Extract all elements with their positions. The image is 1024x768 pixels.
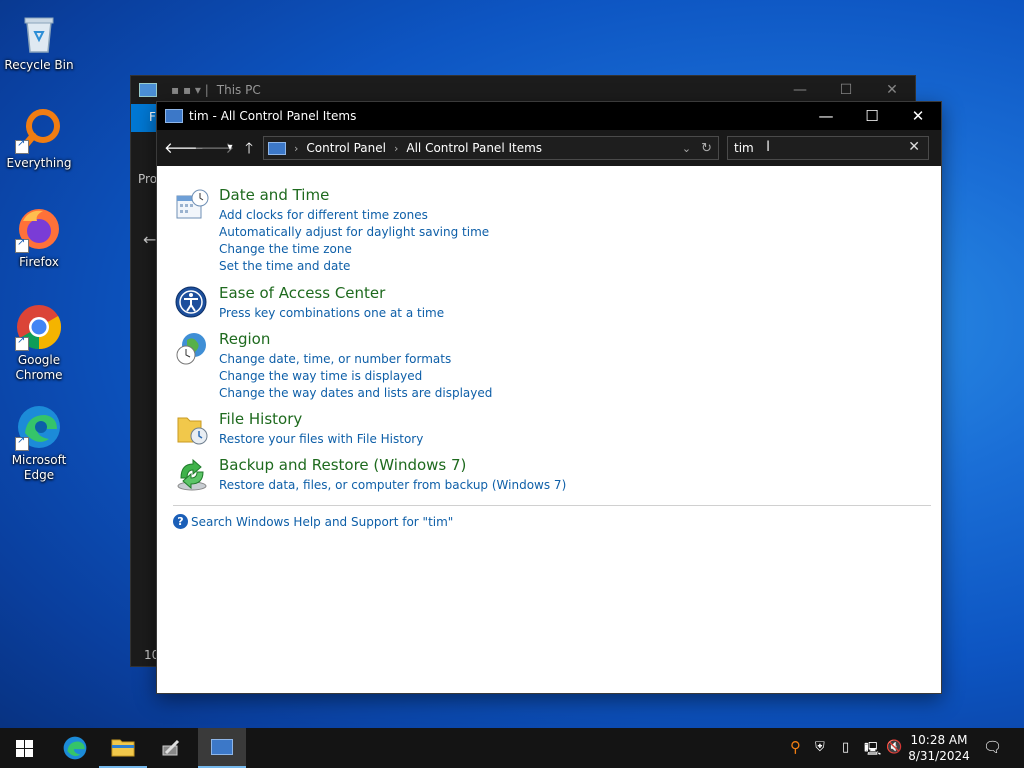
desktop-icon-label: Recycle Bin xyxy=(4,58,74,72)
desktop-icon-label: Everything xyxy=(6,156,72,170)
breadcrumb-all-items[interactable]: All Control Panel Items xyxy=(406,141,542,155)
taskbar-edge-button[interactable] xyxy=(51,728,99,768)
task-link[interactable]: Set the time and date xyxy=(219,259,350,273)
taskbar-file-explorer-button[interactable] xyxy=(99,728,147,768)
task-link[interactable]: Change the way time is displayed xyxy=(219,369,422,383)
search-input[interactable] xyxy=(728,141,900,155)
file-history-folder-icon xyxy=(175,412,209,446)
control-panel-icon xyxy=(211,739,233,755)
task-link[interactable]: Automatically adjust for daylight saving… xyxy=(219,225,489,239)
action-center-notification-icon[interactable]: 🗨 xyxy=(983,738,1002,756)
breadcrumb-separator-icon[interactable]: › xyxy=(394,142,398,155)
clear-search-close-icon[interactable]: ✕ xyxy=(908,139,920,155)
category-title-link[interactable]: File History xyxy=(219,410,302,428)
desktop-icon-microsoft-edge[interactable]: Microsoft Edge xyxy=(1,403,77,483)
control-panel-window[interactable]: tim - All Control Panel Items — ☐ ✕ 🡐 🡒 … xyxy=(156,101,942,694)
edge-icon xyxy=(63,736,87,760)
this-pc-title: This PC xyxy=(216,83,261,97)
taskbar-tools-button[interactable] xyxy=(147,728,195,768)
taskbar: ⚲ ⛨ ▯ 🖳 🔇 10:28 AM 8/31/2024 🗨 xyxy=(0,728,1024,768)
control-panel-icon xyxy=(268,141,286,155)
desktop-icon-label: Firefox xyxy=(19,255,59,269)
task-link[interactable]: Add clocks for different time zones xyxy=(219,208,428,222)
text-cursor-icon: I xyxy=(766,139,771,155)
address-bar[interactable]: › Control Panel › All Control Panel Item… xyxy=(263,136,719,160)
maximize-button[interactable]: ☐ xyxy=(849,102,895,130)
usb-device-icon[interactable]: ▯ xyxy=(842,740,849,755)
taskbar-control-panel-button[interactable] xyxy=(198,728,246,768)
shortcut-arrow-icon xyxy=(15,335,29,351)
back-button[interactable]: 🡐 xyxy=(164,138,204,158)
results-pane: Date and Time Add clocks for different t… xyxy=(157,166,941,693)
desktop-icon-google-chrome[interactable]: Google Chrome xyxy=(1,303,77,383)
desktop-icon-recycle-bin[interactable]: Recycle Bin xyxy=(1,8,77,73)
maximize-button[interactable]: ☐ xyxy=(823,76,869,104)
shortcut-arrow-icon xyxy=(15,435,29,451)
task-link[interactable]: Change the way dates and lists are displ… xyxy=(219,386,492,400)
breadcrumb-separator-icon: › xyxy=(294,141,299,155)
refresh-icon[interactable]: ↻ xyxy=(701,141,712,156)
help-link-text: Search Windows Help and Support for "tim… xyxy=(191,514,454,529)
close-button[interactable]: ✕ xyxy=(869,76,915,104)
firefox-icon xyxy=(15,205,63,253)
recycle-bin-icon xyxy=(15,8,63,56)
shortcut-arrow-icon xyxy=(15,237,29,253)
everything-tray-search-icon[interactable]: ⚲ xyxy=(790,738,801,756)
results-divider xyxy=(173,505,931,506)
category-title-link[interactable]: Date and Time xyxy=(219,186,329,204)
volume-muted-icon[interactable]: 🔇 xyxy=(886,740,902,755)
task-link[interactable]: Restore your files with File History xyxy=(219,432,423,446)
back-arrow-icon: ← xyxy=(143,230,157,249)
task-link[interactable]: Restore data, files, or computer from ba… xyxy=(219,478,566,492)
navigation-toolbar: 🡐 🡒 ▾ 🡑 › Control Panel › All Control Pa… xyxy=(157,130,941,166)
breadcrumb-control-panel[interactable]: Control Panel xyxy=(306,141,386,155)
ease-of-access-icon xyxy=(175,286,209,320)
calendar-clock-icon xyxy=(175,188,209,222)
control-panel-icon xyxy=(165,109,183,123)
clock-date: 8/31/2024 xyxy=(908,749,970,763)
category-title-link[interactable]: Region xyxy=(219,330,270,348)
task-link[interactable]: Press key combinations one at a time xyxy=(219,306,444,320)
window-title: tim - All Control Panel Items xyxy=(189,109,357,123)
clock-time: 10:28 AM xyxy=(910,733,968,747)
globe-clock-icon xyxy=(175,332,209,366)
folder-icon xyxy=(111,739,135,757)
task-link[interactable]: Change date, time, or number formats xyxy=(219,352,451,366)
forward-button[interactable]: 🡒 xyxy=(194,138,234,158)
security-shield-icon[interactable]: ⛨ xyxy=(815,740,825,755)
quick-access-toolbar: ▪ ▪ ▾ | xyxy=(171,83,209,97)
this-pc-icon xyxy=(139,83,157,97)
search-box[interactable]: I ✕ xyxy=(727,136,929,160)
chrome-icon xyxy=(15,303,63,351)
minimize-button[interactable]: — xyxy=(777,76,823,104)
file-tab-label: F xyxy=(149,110,156,124)
minimize-button[interactable]: — xyxy=(803,102,849,130)
category-title-link[interactable]: Ease of Access Center xyxy=(219,284,385,302)
help-question-icon: ? xyxy=(173,514,188,529)
tools-icon xyxy=(162,739,180,756)
edge-icon xyxy=(15,403,63,451)
desktop-icon-everything[interactable]: Everything xyxy=(1,106,77,171)
close-button[interactable]: ✕ xyxy=(895,102,941,130)
desktop-icon-label: Microsoft Edge xyxy=(11,453,67,482)
shortcut-arrow-icon xyxy=(15,138,29,154)
desktop-icon-label: Google Chrome xyxy=(15,353,63,382)
task-link[interactable]: Change the time zone xyxy=(219,242,352,256)
ribbon-partial-label: Pro xyxy=(138,172,158,186)
desktop-icon-firefox[interactable]: Firefox xyxy=(1,205,77,270)
up-button[interactable]: 🡑 xyxy=(238,138,260,158)
windows-help-search-link[interactable]: ? Search Windows Help and Support for "t… xyxy=(173,514,453,529)
backup-restore-icon xyxy=(175,458,209,492)
window-titlebar[interactable]: tim - All Control Panel Items — ☐ ✕ xyxy=(157,102,941,130)
windows-logo-icon xyxy=(15,739,33,757)
everything-search-icon xyxy=(15,106,63,154)
system-clock[interactable]: 10:28 AM 8/31/2024 xyxy=(904,732,974,764)
category-title-link[interactable]: Backup and Restore (Windows 7) xyxy=(219,456,466,474)
this-pc-titlebar[interactable]: ▪ ▪ ▾ | This PC — ☐ ✕ xyxy=(131,76,915,104)
network-icon[interactable]: 🖳 xyxy=(864,740,881,762)
start-button[interactable] xyxy=(0,728,48,768)
address-dropdown-chevron-down-icon[interactable]: ⌄ xyxy=(682,142,691,155)
